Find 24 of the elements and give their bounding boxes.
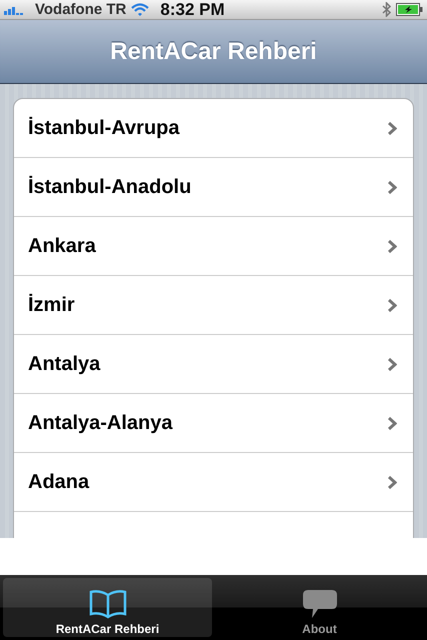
carrier-name: Vodafone TR: [35, 1, 126, 18]
book-icon: [88, 589, 128, 619]
bluetooth-icon: [382, 2, 391, 17]
chevron-icon: [387, 298, 397, 312]
tab[interactable]: RentACar Rehberi: [3, 578, 212, 637]
list-row[interactable]: Antalya: [14, 335, 413, 394]
list-row[interactable]: Adana: [14, 453, 413, 512]
list-row[interactable]: Antalya-Alanya: [14, 394, 413, 453]
chevron-icon: [387, 120, 397, 136]
chevron-icon: [387, 474, 397, 490]
clock-time: 8:32 PM: [160, 0, 225, 20]
list-row[interactable]: İstanbul-Avrupa: [14, 99, 413, 158]
battery-icon: [396, 3, 423, 16]
wifi-icon: [131, 3, 150, 16]
chevron-icon: [387, 238, 397, 254]
nav-title: RentACar Rehberi: [110, 38, 317, 66]
chevron-icon: [387, 180, 397, 194]
chevron-icon: [387, 416, 397, 430]
list-row[interactable]: İstanbul-Anadolu: [14, 158, 413, 217]
list-row[interactable]: Ankara: [14, 217, 413, 276]
list-row[interactable]: İzmir: [14, 276, 413, 335]
speech-bubble-icon: [302, 589, 338, 619]
chevron-icon: [387, 356, 397, 372]
tab[interactable]: About: [215, 578, 424, 637]
